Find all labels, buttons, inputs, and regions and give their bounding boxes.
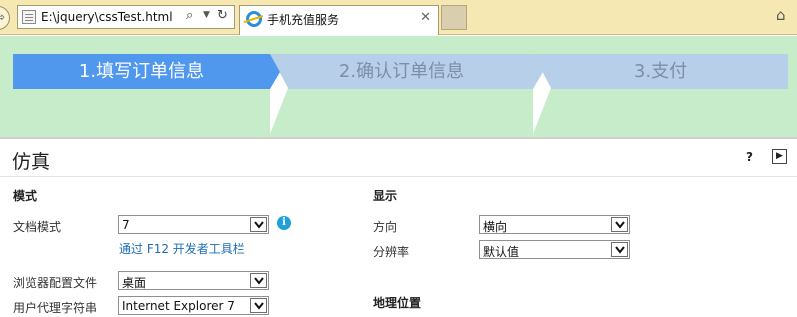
user-agent-select[interactable]: Internet Explorer 7 <box>118 296 269 315</box>
resolution-select[interactable]: 默认值 <box>479 240 630 259</box>
address-bar[interactable]: E:\jquery\cssTest.html ⌕ ▼ ↻ <box>17 5 235 29</box>
document-mode-label: 文档模式 <box>13 220 62 234</box>
resolution-value: 默认值 <box>483 245 520 259</box>
help-icon[interactable]: ? <box>746 150 753 164</box>
chevron-down-icon <box>611 217 628 232</box>
step-payment: 3.支付 <box>533 54 788 89</box>
info-icon[interactable]: i <box>277 216 291 230</box>
ie-icon <box>246 11 262 27</box>
user-agent-label: 用户代理字符串 <box>13 301 98 315</box>
new-tab-button[interactable] <box>441 5 467 30</box>
user-agent-value: Internet Explorer 7 <box>122 299 235 313</box>
orientation-label: 方向 <box>373 220 398 234</box>
step-confirm-order: 2.确认订单信息 <box>270 54 533 89</box>
chevron-down-icon <box>250 217 267 232</box>
pane-title: 仿真 <box>12 151 51 173</box>
mode-heading: 模式 <box>13 189 38 203</box>
tab-title: 手机充值服务 <box>267 13 340 27</box>
geolocation-heading: 地理位置 <box>373 296 422 310</box>
page-viewport: 1.填写订单信息 2.确认订单信息 3.支付 <box>0 36 797 137</box>
step-arrow-1 <box>270 54 288 134</box>
browser-chrome: ⇨ E:\jquery\cssTest.html ⌕ ▼ ↻ 手机充值服务 ✕ … <box>0 0 797 35</box>
chevron-down-icon <box>250 273 267 288</box>
f12-toolbar-link[interactable]: 通过 F12 开发者工具栏 <box>119 240 245 257</box>
step-arrow-2 <box>533 54 551 134</box>
orientation-value: 横向 <box>483 220 508 234</box>
back-button[interactable]: ⇨ <box>0 6 10 30</box>
collapse-icon[interactable]: ▶ <box>772 149 787 164</box>
browser-profile-select[interactable]: 桌面 <box>118 271 269 290</box>
close-icon[interactable]: ✕ <box>420 10 431 25</box>
back-arrow-icon: ⇨ <box>0 10 5 24</box>
resolution-label: 分辨率 <box>373 245 410 259</box>
document-mode-value: 7 <box>122 218 130 232</box>
address-url[interactable]: E:\jquery\cssTest.html <box>41 10 173 24</box>
emulation-pane: 仿真 ? ▶ 模式 文档模式 7 i 通过 F12 开发者工具栏 浏览器配置文件… <box>0 137 797 317</box>
tab-active[interactable]: 手机充值服务 ✕ <box>239 5 439 35</box>
orientation-select[interactable]: 横向 <box>479 215 630 234</box>
browser-profile-value: 桌面 <box>122 276 147 290</box>
display-heading: 显示 <box>373 189 398 203</box>
divider <box>0 176 797 177</box>
page-icon <box>22 10 36 24</box>
refresh-icon[interactable]: ↻ <box>217 8 228 23</box>
document-mode-select[interactable]: 7 <box>118 215 269 234</box>
step-fill-order: 1.填写订单信息 <box>13 54 270 89</box>
browser-profile-label: 浏览器配置文件 <box>13 276 98 290</box>
chevron-down-icon <box>611 242 628 257</box>
home-icon[interactable]: ⌂ <box>776 6 786 24</box>
dropdown-icon[interactable]: ▼ <box>203 10 210 20</box>
chevron-down-icon <box>250 298 267 313</box>
search-icon[interactable]: ⌕ <box>186 8 193 23</box>
